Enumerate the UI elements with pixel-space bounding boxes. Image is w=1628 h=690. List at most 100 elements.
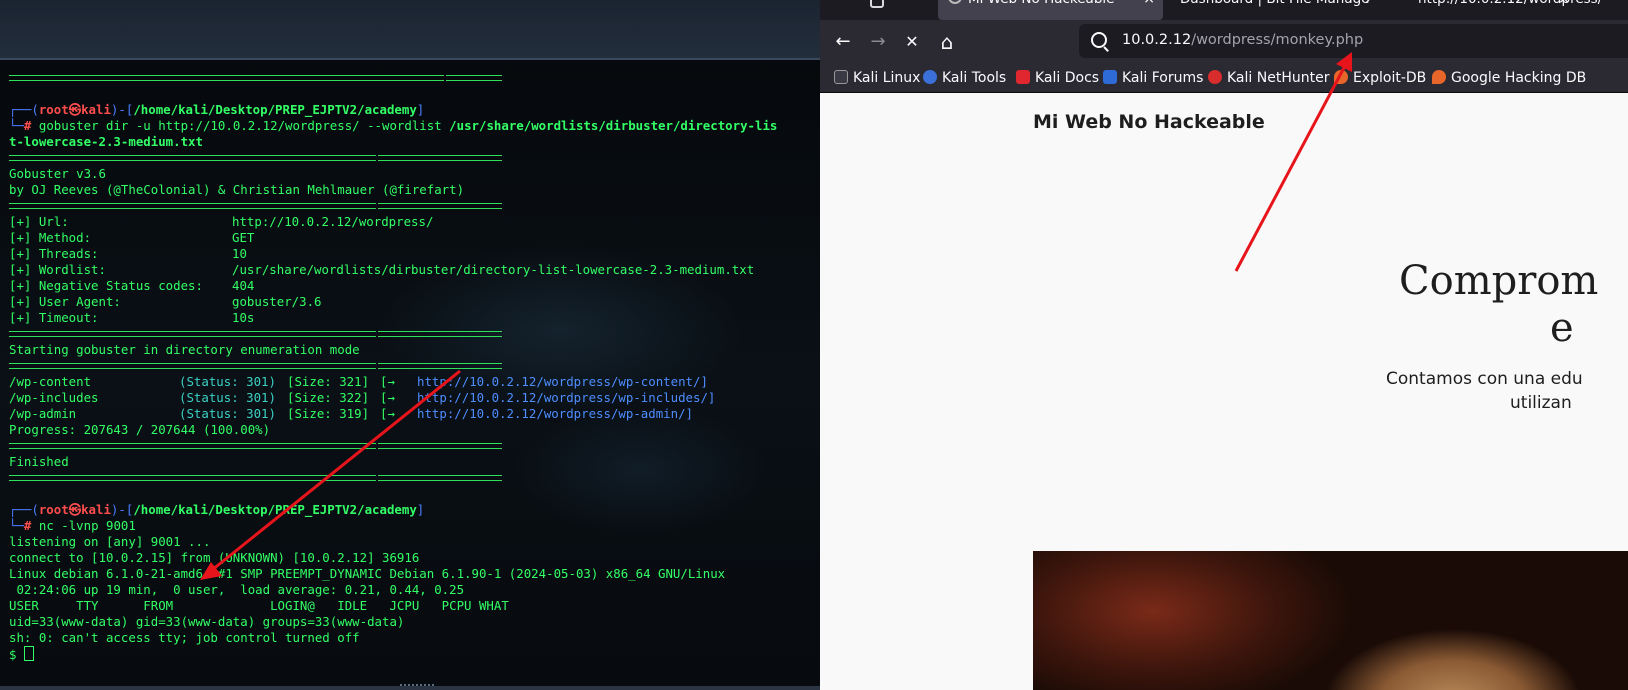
result-row: /wp-content (Status: 301) [Size: 321] [→ htt… <box>9 374 777 390</box>
bookmark-google-hacking-db[interactable]: Google Hacking DB <box>1432 67 1586 89</box>
bookmark-kali-tools[interactable]: Kali Tools <box>923 67 1006 89</box>
config-value: 10s <box>232 310 255 325</box>
prompt-path: /home/kali/Desktop/PREP_EJPTV2/academy <box>133 102 417 117</box>
browser-window[interactable]: Mi Web No Hackeable × Dashboard | Bit Fi… <box>820 0 1628 690</box>
kali-tools-icon <box>923 70 937 84</box>
bookmark-kali-nethunter[interactable]: Kali NetHunter <box>1208 67 1329 89</box>
result-arrow: [→ <box>380 374 395 389</box>
shell-prompt-symbol: $ <box>9 647 24 662</box>
kali-forums-icon <box>1103 70 1117 84</box>
config-row: [+] Wordlist: /usr/share/wordlists/dirbus… <box>9 262 777 278</box>
separator <box>9 198 777 214</box>
config-row: [+] Timeout: 10s <box>9 310 777 326</box>
result-size: [Size: 321] <box>287 374 370 389</box>
result-status: (Status: 301) <box>179 406 276 421</box>
terminal-output[interactable]: ┌──(root㉿kali)-[/home/kali/Desktop/PREP_… <box>9 70 777 662</box>
bookmark-exploit-db[interactable]: Exploit-DB <box>1334 67 1426 89</box>
result-size: [Size: 319] <box>287 406 370 421</box>
shell-input-line[interactable]: $ <box>9 646 777 662</box>
loading-icon <box>948 0 962 4</box>
terminal-titlebar <box>0 0 820 60</box>
output-line: USER TTY FROM LOGIN@ IDLE JCPU PCPU WHAT <box>9 598 509 613</box>
site-title[interactable]: Mi Web No Hackeable <box>1033 111 1265 133</box>
result-url[interactable]: http://10.0.2.12/wordpress/wp-content/] <box>417 374 708 390</box>
separator <box>9 70 777 86</box>
config-row: [+] Threads: 10 <box>9 246 777 262</box>
config-value: /usr/share/wordlists/dirbuster/directory… <box>232 262 755 277</box>
bookmark-kali-linux[interactable]: Kali Linux <box>834 67 920 89</box>
bookmark-label: Google Hacking DB <box>1451 70 1587 86</box>
command-wordlist: /usr/share/wordlists/dirbuster/directory… <box>449 118 778 133</box>
result-size: [Size: 322] <box>287 390 370 405</box>
tab-dashboard[interactable]: Dashboard | Bit File Manager × <box>1170 0 1370 20</box>
command-line: └─# nc -lvnp 9001 <box>9 518 136 533</box>
config-value: 404 <box>232 278 255 293</box>
scan-mode-line: Starting gobuster in directory enumerati… <box>9 342 360 357</box>
config-key: [+] Method: <box>9 230 92 245</box>
result-path: /wp-content <box>9 374 92 389</box>
config-row: [+] Method: GET <box>9 230 777 246</box>
bookmark-kali-forums[interactable]: Kali Forums <box>1103 67 1203 89</box>
forward-button[interactable]: → <box>866 30 890 54</box>
hero-image <box>1033 551 1628 690</box>
separator <box>9 326 777 342</box>
bookmark-label: Kali Linux <box>853 70 921 86</box>
config-value: http://10.0.2.12/wordpress/ <box>232 214 434 229</box>
bookmark-label: Kali Forums <box>1122 70 1204 86</box>
search-icon <box>1091 32 1107 48</box>
tab-bar: Mi Web No Hackeable × Dashboard | Bit Fi… <box>820 0 1628 20</box>
url-bar[interactable]: 10.0.2.12/wordpress/monkey.php <box>1079 24 1628 58</box>
home-button[interactable]: ⌂ <box>935 30 959 54</box>
result-status: (Status: 301) <box>179 374 276 389</box>
hero-paragraph: Contamos con una edu <box>1386 369 1583 389</box>
tab-overview-icon[interactable] <box>870 0 884 8</box>
command-line: └─# gobuster dir -u http://10.0.2.12/wor… <box>9 118 778 133</box>
ghdb-icon <box>1432 70 1446 84</box>
config-key: [+] Url: <box>9 214 69 229</box>
bookmark-label: Exploit-DB <box>1353 70 1427 86</box>
result-url[interactable]: http://10.0.2.12/wordpress/wp-includes/] <box>417 390 715 406</box>
hero-paragraph-continued: utilizan <box>1510 393 1572 413</box>
config-key: [+] User Agent: <box>9 294 121 309</box>
config-value: GET <box>232 230 255 245</box>
back-button[interactable]: ← <box>831 30 855 54</box>
terminal-window[interactable]: ┌──(root㉿kali)-[/home/kali/Desktop/PREP_… <box>0 0 820 690</box>
web-page-content[interactable]: Mi Web No Hackeable Comprom e Contamos c… <box>820 93 1628 690</box>
config-key: [+] Negative Status codes: <box>9 278 203 293</box>
tab-wordpress-url[interactable]: http://10.0.2.12/wordpress/ × <box>1380 0 1628 20</box>
output-line: listening on [any] 9001 ... <box>9 534 211 549</box>
tab-mi-web[interactable]: Mi Web No Hackeable × <box>938 0 1163 20</box>
config-key: [+] Threads: <box>9 246 99 261</box>
separator <box>9 470 777 486</box>
config-value: 10 <box>232 246 247 261</box>
output-line: 02:24:06 up 19 min, 0 user, load average… <box>9 582 465 597</box>
prompt-user: root <box>38 502 69 517</box>
result-row: /wp-admin (Status: 301) [Size: 319] [→ http:… <box>9 406 777 422</box>
config-row: [+] Url: http://10.0.2.12/wordpress/ <box>9 214 777 230</box>
text-cursor <box>23 646 34 661</box>
result-url[interactable]: http://10.0.2.12/wordpress/wp-admin/] <box>417 406 693 422</box>
bookmark-kali-docs[interactable]: Kali Docs <box>1016 67 1099 89</box>
kali-docs-icon <box>1016 70 1030 84</box>
config-row: [+] Negative Status codes: 404 <box>9 278 777 294</box>
hero-heading: Comprom <box>1399 258 1599 304</box>
close-icon[interactable]: × <box>1558 0 1570 9</box>
url-text[interactable]: 10.0.2.12/wordpress/monkey.php <box>1122 32 1363 48</box>
kali-nethunter-icon <box>1208 70 1222 84</box>
prompt-user: root <box>38 102 69 117</box>
close-icon[interactable]: × <box>1364 0 1370 9</box>
kali-icon <box>834 70 848 84</box>
close-icon[interactable]: × <box>1143 0 1155 9</box>
shell-prompt: ┌──(root㉿kali)-[/home/kali/Desktop/PREP_… <box>9 502 425 517</box>
result-arrow: [→ <box>380 406 395 421</box>
progress-line: Progress: 207643 / 207644 (100.00%) <box>9 422 271 437</box>
url-host: 10.0.2.12 <box>1122 32 1192 48</box>
result-row: /wp-includes (Status: 301) [Size: 322] [→ ht… <box>9 390 777 406</box>
result-path: /wp-includes <box>9 390 99 405</box>
prompt-host: kali <box>81 502 111 517</box>
stop-button[interactable]: ✕ <box>900 30 924 54</box>
separator <box>9 150 777 166</box>
prompt-host: kali <box>81 102 111 117</box>
